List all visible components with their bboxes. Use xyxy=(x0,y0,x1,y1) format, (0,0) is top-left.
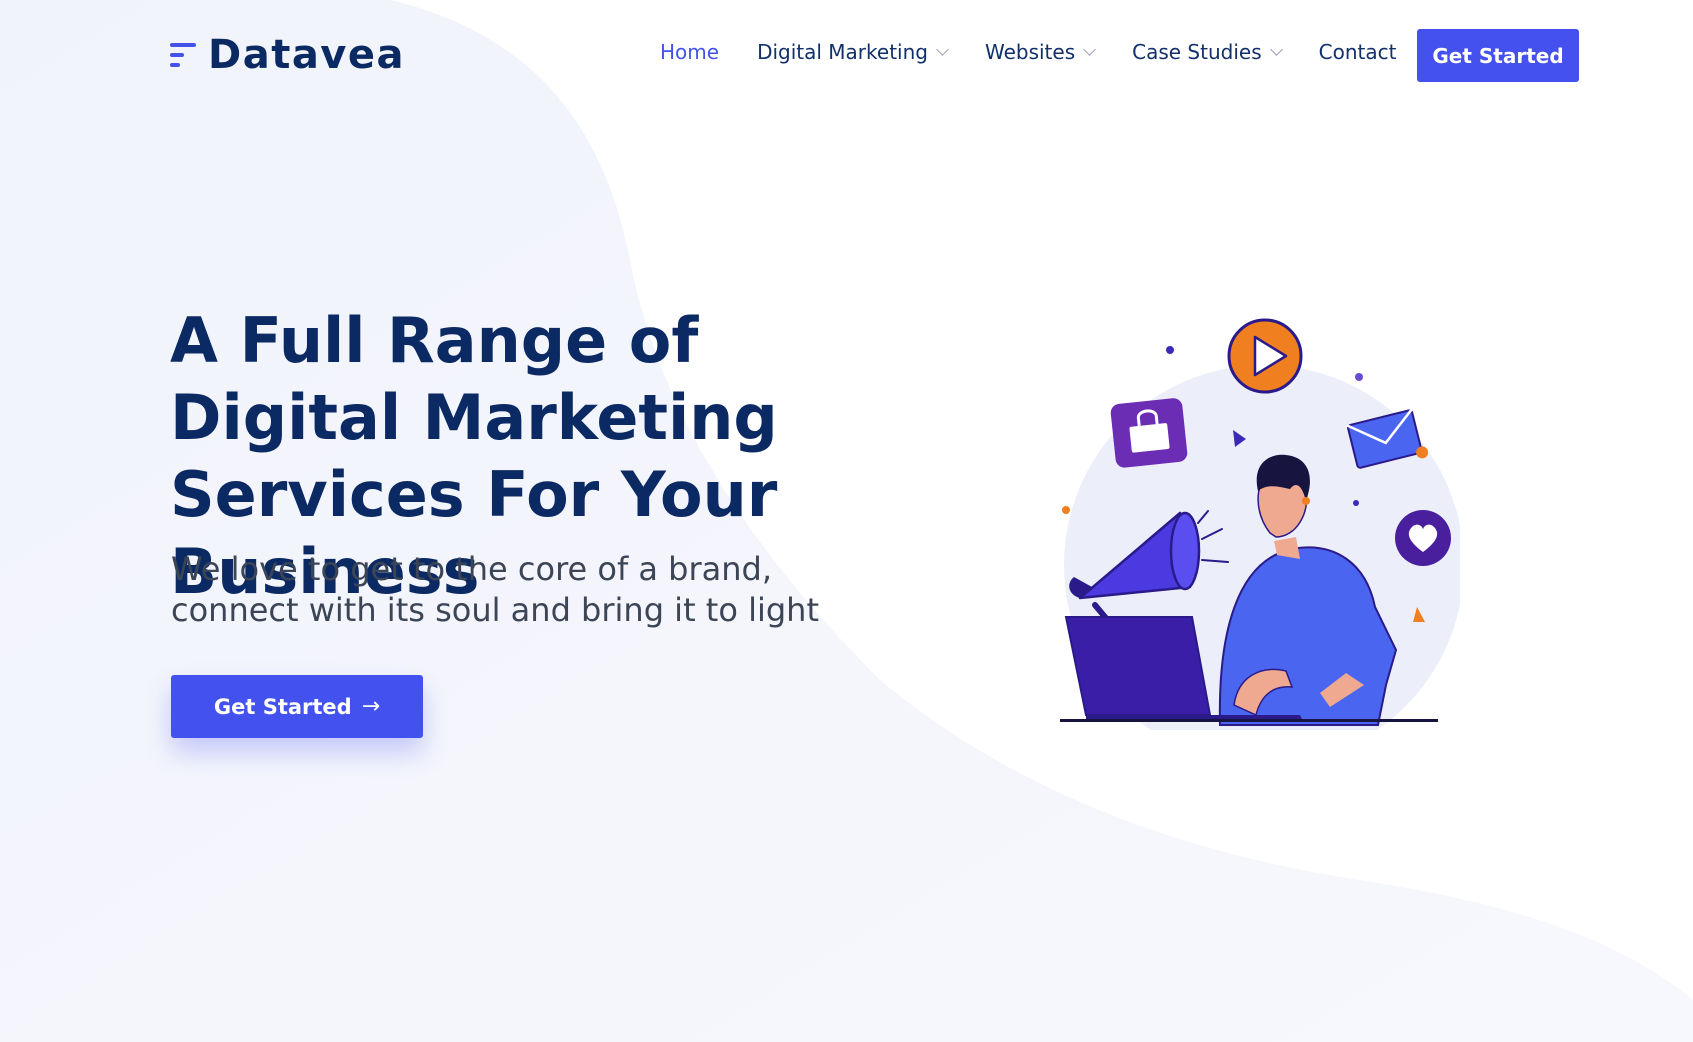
nav-item-digital-marketing[interactable]: Digital Marketing xyxy=(757,40,949,64)
hero-subtitle: We love to get to the core of a brand, c… xyxy=(171,550,819,629)
main-nav: Home Digital Marketing Websites Case Stu… xyxy=(660,40,1434,64)
nav-item-home[interactable]: Home xyxy=(660,40,719,64)
desk-line xyxy=(1060,719,1438,722)
nav-item-label: Websites xyxy=(984,40,1076,64)
logo-icon xyxy=(170,37,198,73)
chevron-down-icon xyxy=(936,42,949,56)
confetti-dot xyxy=(1353,500,1359,506)
nav-item-label: Digital Marketing xyxy=(757,40,928,64)
confetti-dot xyxy=(1166,346,1174,354)
shopping-bag-icon xyxy=(1110,398,1188,468)
earring-dot xyxy=(1302,497,1310,505)
arrow-right-icon: → xyxy=(361,694,381,719)
get-started-button[interactable]: Get Started xyxy=(1417,29,1579,82)
chevron-down-icon xyxy=(1269,42,1283,56)
hero-illustration xyxy=(1060,318,1460,730)
confetti-dot xyxy=(1355,373,1363,381)
logo[interactable]: Datavea xyxy=(170,32,405,78)
logo-text: Datavea xyxy=(208,32,406,78)
nav-item-websites[interactable]: Websites xyxy=(984,40,1096,64)
nav-item-label: Contact xyxy=(1318,40,1397,64)
play-icon xyxy=(1227,318,1303,394)
site-header: Datavea Home Digital Marketing Websites … xyxy=(0,0,1693,110)
hero-get-started-button[interactable]: Get Started → xyxy=(171,675,423,738)
nav-item-contact[interactable]: Contact xyxy=(1319,40,1397,64)
confetti-dot xyxy=(1062,506,1070,514)
heart-icon xyxy=(1395,510,1451,566)
hero-button-label: Get Started xyxy=(213,694,352,719)
nav-item-label: Home xyxy=(660,40,720,64)
nav-item-label: Case Studies xyxy=(1132,40,1262,64)
nav-item-case-studies[interactable]: Case Studies xyxy=(1132,40,1283,64)
chevron-down-icon xyxy=(1083,42,1096,56)
